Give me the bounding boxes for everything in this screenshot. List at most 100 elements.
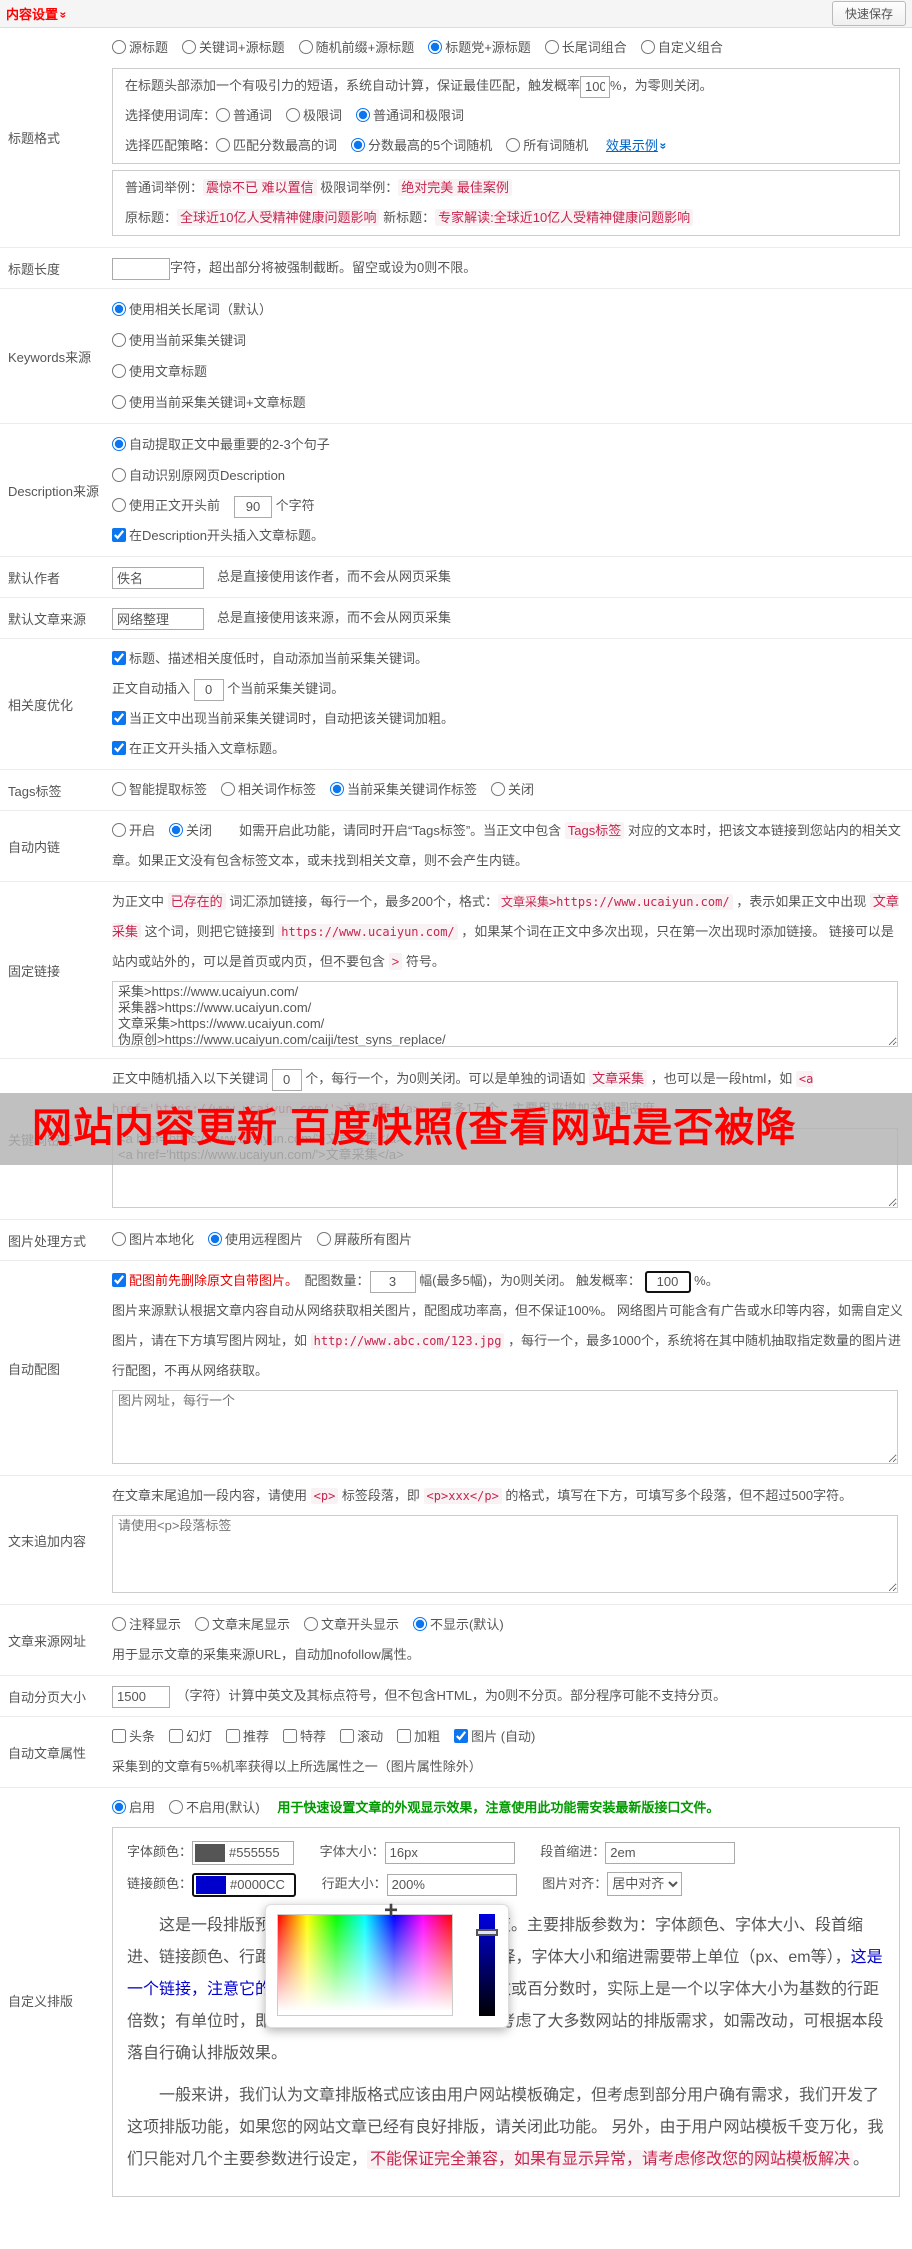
checkbox-input[interactable] [112,651,126,665]
radio-option[interactable]: 使用文章标题 [112,356,904,387]
checkbox-input[interactable] [397,1729,412,1743]
radio-input[interactable] [112,333,126,347]
default-author-input[interactable] [112,566,204,589]
radio-input[interactable] [351,138,366,152]
radio-option[interactable]: 所有词随机 [506,138,588,153]
page-title[interactable]: 内容设置» [6,4,70,23]
radio-input[interactable] [413,1617,428,1631]
radio-input[interactable] [208,1232,223,1246]
radio-option[interactable]: 分数最高的5个词随机 [351,138,492,153]
radio-input[interactable] [544,40,559,54]
radio-input[interactable] [298,40,313,54]
quick-save-button[interactable]: 快速保存 [831,1,906,26]
radio-input[interactable] [286,108,301,122]
radio-option[interactable]: 不启用(默认) [169,1800,260,1815]
radio-option[interactable]: 随机前缀+源标题 [298,40,414,55]
radio-option[interactable]: 注释显示 [112,1617,181,1632]
radio-option[interactable]: 标题党+源标题 [428,40,531,55]
radio-option[interactable]: 使用远程图片 [208,1232,303,1247]
checkbox-option[interactable]: 标题、描述相关度低时，自动添加当前采集关键词。 [112,651,428,666]
color-crosshair-icon[interactable]: + [384,1897,398,1925]
radio-input[interactable] [169,1800,184,1814]
radio-input[interactable] [112,1232,126,1246]
radio-option[interactable]: 关闭 [169,823,212,838]
radio-input[interactable] [112,782,126,796]
checkbox-option[interactable]: 当正文中出现当前采集关键词时，自动把该关键词加粗。 [112,711,454,726]
checkbox-input[interactable] [454,1729,469,1743]
radio-input[interactable] [112,364,126,378]
checkbox-option[interactable]: 在Description开头插入文章标题。 [112,528,324,543]
radio-option[interactable]: 使用当前采集关键词 [112,325,904,356]
link-color-swatch[interactable] [196,1875,227,1894]
radio-input[interactable] [112,1617,126,1631]
checkbox-option[interactable]: 推荐 [226,1729,269,1744]
insert-keywords-count-input[interactable] [193,678,224,701]
density-count-input[interactable] [271,1068,302,1091]
radio-input[interactable] [356,108,371,122]
default-source-input[interactable] [112,607,204,630]
radio-input[interactable] [182,40,197,54]
radio-option[interactable]: 文章开头显示 [304,1617,399,1632]
checkbox-option[interactable]: 加粗 [397,1729,440,1744]
radio-option[interactable]: 自动提取正文中最重要的2-3个句子 [112,429,904,460]
checkbox-input[interactable] [226,1729,241,1743]
pagination-size-input[interactable] [112,1685,170,1708]
radio-option[interactable]: 使用当前采集关键词+文章标题 [112,387,904,418]
radio-input[interactable] [112,823,126,837]
radio-input[interactable] [317,1232,332,1246]
radio-input[interactable] [216,108,231,122]
color-gradient-area[interactable] [277,1914,453,2016]
radio-option[interactable]: 普通词 [216,108,272,123]
image-align-select[interactable]: 居中对齐 [607,1871,683,1896]
radio-option[interactable]: 自定义组合 [640,40,723,55]
radio-input[interactable] [221,782,236,796]
link-color-input[interactable] [228,1876,295,1894]
checkbox-input[interactable] [112,528,126,542]
image-urls-textarea[interactable] [112,1390,898,1464]
radio-input[interactable] [169,823,184,837]
image-probability-input[interactable] [644,1270,691,1293]
checkbox-option[interactable]: 配图前先删除原文自带图片。 [112,1273,292,1288]
checkbox-input[interactable] [283,1729,298,1743]
radio-input[interactable] [112,498,126,512]
radio-option[interactable]: 智能提取标签 [112,782,207,797]
radio-option[interactable]: 当前采集关键词作标签 [330,782,477,797]
radio-option[interactable]: 长尾词组合 [544,40,627,55]
effect-demo-link[interactable]: 效果示例» [606,138,670,153]
radio-input[interactable] [112,302,126,316]
checkbox-option[interactable]: 滚动 [340,1729,383,1744]
trigger-probability-input[interactable] [580,75,611,98]
radio-input[interactable] [112,395,126,409]
radio-option[interactable]: 源标题 [112,40,168,55]
link-color-field[interactable] [192,1872,297,1897]
radio-input[interactable] [112,40,126,54]
checkbox-input[interactable] [112,1273,126,1287]
checkbox-option[interactable]: 图片 (自动) [454,1729,535,1744]
font-color-input[interactable] [227,1844,294,1862]
radio-option[interactable]: 普通词和极限词 [356,108,464,123]
checkbox-input[interactable] [112,711,126,725]
description-length-input[interactable] [234,495,273,518]
radio-input[interactable] [491,782,506,796]
radio-input[interactable] [330,782,345,796]
radio-option[interactable]: 屏蔽所有图片 [317,1232,412,1247]
checkbox-option[interactable]: 头条 [112,1729,155,1744]
radio-input[interactable] [640,40,655,54]
font-size-input[interactable] [384,1841,515,1864]
checkbox-option[interactable]: 幻灯 [169,1729,212,1744]
radio-input[interactable] [506,138,521,152]
title-length-input[interactable] [112,257,170,280]
radio-input[interactable] [428,40,443,54]
append-content-textarea[interactable] [112,1515,898,1593]
checkbox-input[interactable] [340,1729,355,1743]
radio-option[interactable]: 关闭 [491,782,534,797]
radio-option[interactable]: 文章末尾显示 [195,1617,290,1632]
radio-input[interactable] [112,437,126,451]
radio-option[interactable]: 极限词 [286,108,342,123]
color-slider-handle[interactable] [476,1929,498,1936]
radio-input[interactable] [112,468,126,482]
radio-option[interactable]: 不显示(默认) [413,1617,504,1632]
font-color-field[interactable] [192,1840,295,1865]
radio-input[interactable] [304,1617,319,1631]
line-height-input[interactable] [386,1873,517,1896]
